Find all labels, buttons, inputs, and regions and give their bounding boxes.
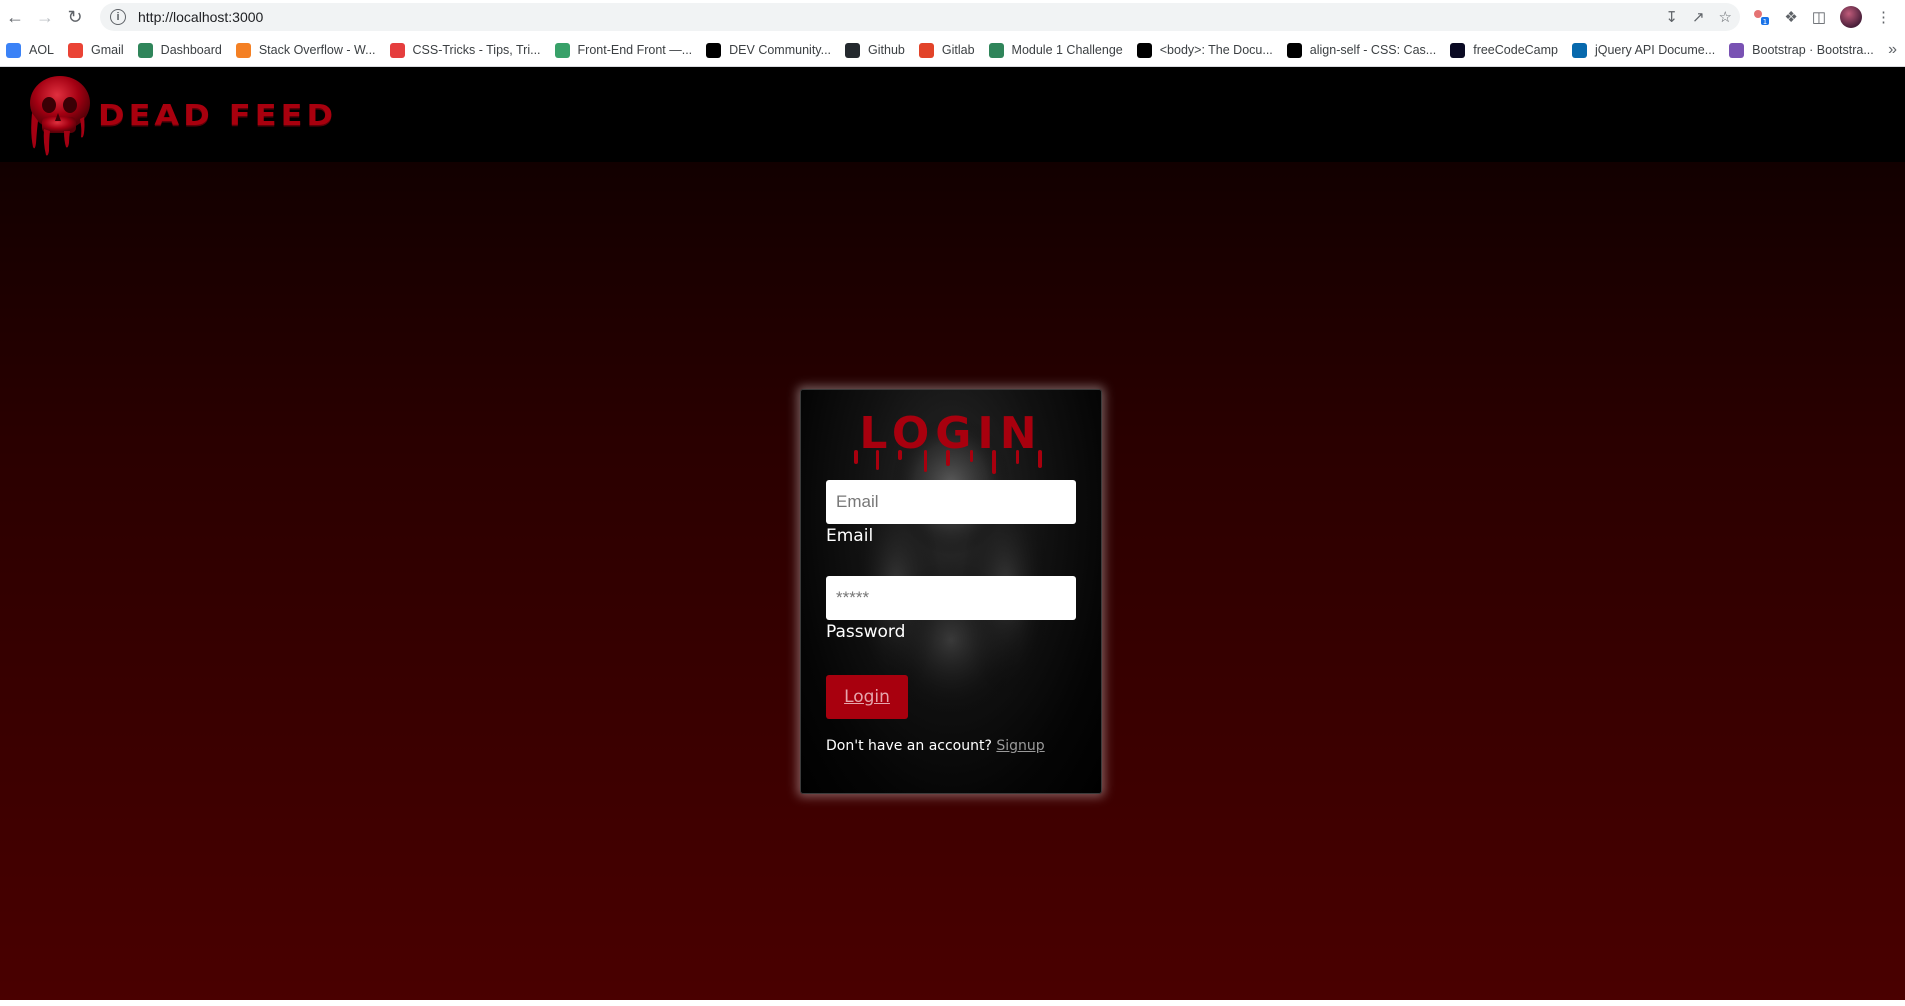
bookmark-label: Front-End Front —...: [577, 43, 693, 57]
gitlab-icon: [918, 42, 934, 58]
bookmark-label: align-self - CSS: Cas...: [1309, 43, 1437, 57]
signup-prompt-text: Don't have an account?: [826, 738, 992, 754]
back-icon[interactable]: ←: [0, 2, 30, 32]
extension-badge-icon[interactable]: 1: [1752, 8, 1770, 26]
bookmark-item[interactable]: Github: [845, 37, 913, 63]
reload-icon[interactable]: ↻: [60, 2, 90, 32]
bookmark-item[interactable]: Module 1 Challenge: [988, 37, 1131, 63]
login-card: LOGIN Email Password Login Don't have an…: [800, 389, 1102, 794]
bookmark-item[interactable]: Bootstrap · Bootstra...: [1729, 37, 1882, 63]
bookmarks-bar: AOL Gmail Dashboard Stack Overflow - W... CS…: [0, 34, 1905, 67]
gmail-icon: [68, 42, 84, 58]
profile-avatar[interactable]: [1840, 6, 1862, 28]
bookmark-item[interactable]: Front-End Front —...: [554, 37, 701, 63]
bookmark-label: AOL: [29, 43, 55, 57]
bookmark-item[interactable]: freeCodeCamp: [1450, 37, 1566, 63]
bookmarks-overflow-icon[interactable]: »: [1888, 34, 1897, 66]
jquery-icon: [1571, 42, 1587, 58]
bookmark-item[interactable]: Stack Overflow - W...: [235, 37, 384, 63]
bookmark-label: freeCodeCamp: [1473, 43, 1558, 57]
bookmark-star-icon[interactable]: ☆: [1719, 8, 1732, 26]
site-logo[interactable]: DEAD FEED: [24, 75, 338, 155]
logo-text: DEAD FEED: [98, 97, 338, 132]
email-label: Email: [826, 526, 874, 546]
dashboard-icon: [137, 42, 153, 58]
menu-kebab-icon[interactable]: ⋮: [1876, 8, 1891, 26]
login-button[interactable]: Login: [826, 675, 908, 719]
github-icon: [845, 42, 861, 58]
browser-toolbar: ← → ↻ i http://localhost:3000 ↧ ↗ ☆ 1 ❖ …: [0, 0, 1905, 34]
signup-link[interactable]: Signup: [996, 738, 1044, 754]
bookmark-item[interactable]: Gmail: [68, 37, 132, 63]
password-input[interactable]: [826, 576, 1076, 620]
page-bottom-edge: [0, 1000, 1905, 1006]
bookmark-label: <body>: The Docu...: [1159, 43, 1273, 57]
install-icon[interactable]: ↧: [1665, 8, 1678, 26]
bookmark-label: CSS-Tricks - Tips, Tri...: [412, 43, 541, 57]
bookmark-item[interactable]: CSS-Tricks - Tips, Tri...: [389, 37, 549, 63]
svg-text:1: 1: [1763, 18, 1767, 26]
freecodecamp-icon: [1450, 42, 1466, 58]
password-label: Password: [826, 622, 906, 642]
csstricks-icon: [389, 42, 405, 58]
skull-logo-icon: [30, 75, 90, 155]
extensions-puzzle-icon[interactable]: ❖: [1784, 8, 1797, 26]
page-viewport: DEAD FEED LOGIN Email Email ***** Passwo…: [0, 67, 1905, 1006]
module-icon: [988, 42, 1004, 58]
url-text[interactable]: http://localhost:3000: [138, 9, 263, 25]
blood-drips-decoration: [854, 450, 1042, 474]
share-icon[interactable]: ↗: [1692, 8, 1705, 26]
stackoverflow-icon: [235, 42, 251, 58]
bookmark-label: Github: [868, 43, 905, 57]
mdn-icon: [1136, 42, 1152, 58]
address-bar[interactable]: i http://localhost:3000 ↧ ↗ ☆: [100, 3, 1740, 31]
email-input[interactable]: [826, 480, 1076, 524]
bookmark-label: Gmail: [91, 43, 124, 57]
site-header: DEAD FEED: [0, 67, 1905, 162]
bookmark-label: DEV Community...: [729, 43, 832, 57]
bookmark-label: Bootstrap · Bootstra...: [1752, 43, 1874, 57]
side-panel-icon[interactable]: ◫: [1812, 8, 1826, 26]
bookmark-item[interactable]: Gitlab: [918, 37, 983, 63]
bookmark-label: jQuery API Docume...: [1594, 43, 1716, 57]
site-info-icon[interactable]: i: [110, 9, 126, 25]
bookmark-item[interactable]: AOL: [6, 37, 62, 63]
bookmark-item[interactable]: align-self - CSS: Cas...: [1286, 37, 1444, 63]
signup-prompt: Don't have an account? Signup: [826, 738, 1045, 754]
frontend-icon: [554, 42, 570, 58]
bookmark-item[interactable]: <body>: The Docu...: [1136, 37, 1281, 63]
bookmark-item[interactable]: jQuery API Docume...: [1571, 37, 1723, 63]
forward-icon[interactable]: →: [30, 2, 60, 32]
bootstrap-icon: [1729, 42, 1745, 58]
bookmark-item[interactable]: DEV Community...: [706, 37, 839, 63]
mdn-icon: [1286, 42, 1302, 58]
bookmark-label: Gitlab: [941, 43, 975, 57]
bookmark-label: Stack Overflow - W...: [258, 43, 376, 57]
dev-icon: [706, 42, 722, 58]
bookmark-item[interactable]: Dashboard: [137, 37, 230, 63]
aol-icon: [6, 42, 21, 58]
bookmark-label: Module 1 Challenge: [1011, 43, 1123, 57]
bookmark-label: Dashboard: [160, 43, 222, 57]
